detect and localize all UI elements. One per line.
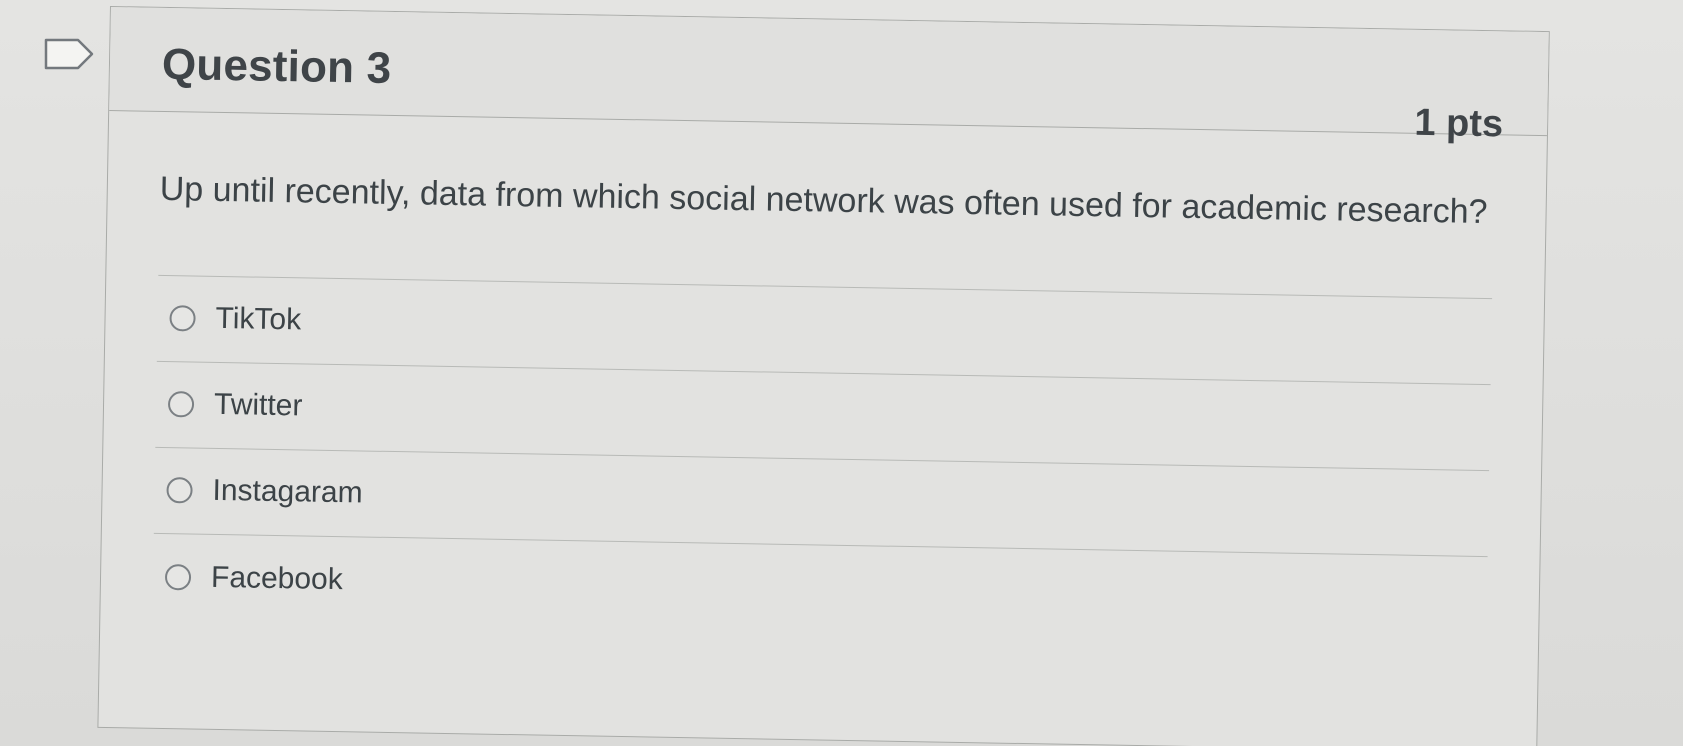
quiz-page: Question 3 1 pts Up until recently, data… bbox=[0, 0, 1683, 746]
radio-button[interactable] bbox=[167, 391, 195, 418]
answer-list: TikTok Twitter Instagaram Facebook bbox=[152, 274, 1493, 643]
radio-button[interactable] bbox=[164, 563, 192, 590]
answer-label: Facebook bbox=[210, 560, 344, 596]
question-content: Up until recently, data from which socia… bbox=[100, 111, 1547, 644]
flag-question-icon[interactable] bbox=[44, 38, 94, 70]
question-title: Question 3 bbox=[161, 39, 392, 93]
radio-button[interactable] bbox=[166, 477, 193, 504]
question-text: Up until recently, data from which socia… bbox=[159, 169, 1488, 232]
answer-label: TikTok bbox=[215, 301, 302, 337]
answer-label: Instagaram bbox=[212, 473, 363, 510]
question-card: Question 3 1 pts Up until recently, data… bbox=[97, 6, 1550, 746]
answer-label: Twitter bbox=[213, 387, 303, 423]
radio-button[interactable] bbox=[169, 305, 196, 332]
